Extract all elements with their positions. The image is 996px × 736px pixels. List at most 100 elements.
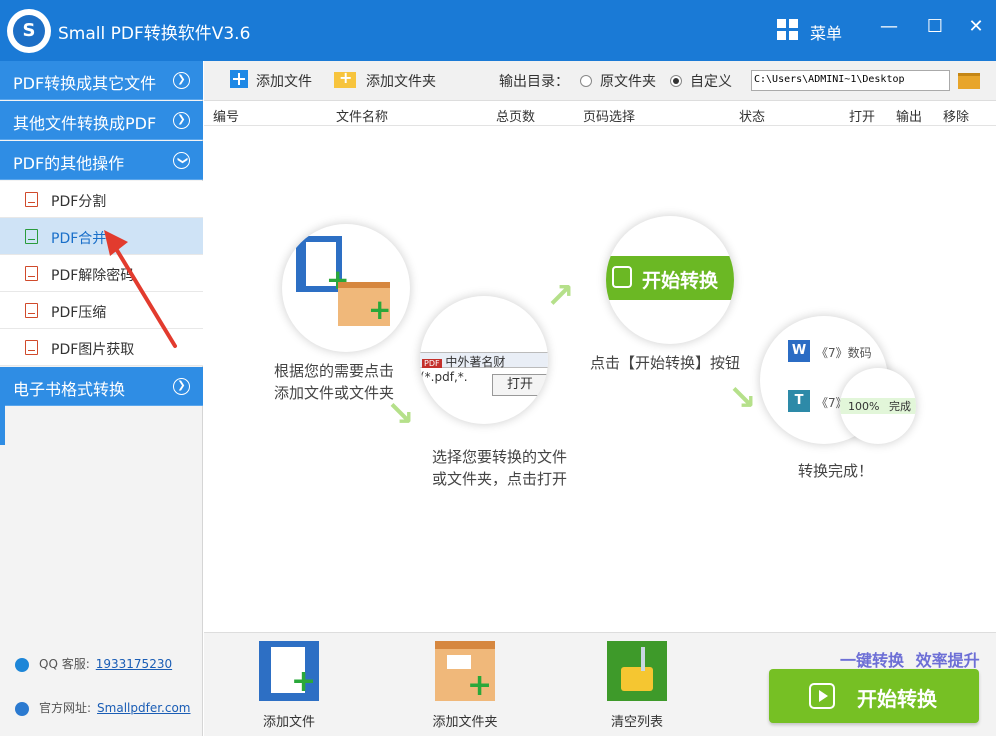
- radio-custom[interactable]: [670, 75, 682, 87]
- website-link[interactable]: Smallpdfer.com: [97, 701, 190, 715]
- menu-grid-icon[interactable]: [777, 19, 799, 41]
- sidebar-item-label: PDF压缩: [51, 305, 107, 321]
- red-annotation-arrow: [104, 230, 177, 348]
- word-icon: W: [788, 340, 810, 362]
- pdf-file-icon: [25, 229, 38, 244]
- mock-file-text: 中外著名财: [445, 355, 506, 369]
- slogan-part-2: 效率提升: [915, 651, 980, 670]
- step2-text: 选择您要转换的文件 或文件夹，点击打开: [432, 446, 567, 490]
- add-folder-icon: [334, 68, 356, 88]
- website-label: 官方网址:: [39, 701, 92, 715]
- sidebar-item-label: PDF合并: [51, 231, 107, 247]
- toolbar: 添加文件 添加文件夹 输出目录： 原文件夹 自定义 C:\Users\ADMIN…: [204, 61, 996, 101]
- col-number: 编号: [213, 110, 240, 125]
- app-title: Small PDF转换软件V3.6: [58, 24, 251, 44]
- slogan-part-1: 一键转换: [840, 651, 905, 670]
- sidebar-group-label: PDF的其他操作: [13, 154, 125, 173]
- sidebar-group-pdf-other-ops[interactable]: PDF的其他操作 ❯: [0, 141, 203, 180]
- text-file-icon: T: [788, 390, 810, 412]
- sidebar-group-other-to-pdf[interactable]: 其他文件转换成PDF ❯: [0, 101, 203, 140]
- col-output: 输出: [896, 110, 923, 125]
- start-convert-label: 开始转换: [857, 687, 937, 711]
- app-logo-icon: S: [7, 9, 51, 53]
- play-icon: [809, 683, 835, 709]
- sidebar-group-label: 其他文件转换成PDF: [13, 114, 157, 133]
- col-remove: 移除: [943, 110, 970, 125]
- green-arrow-icon: ↗: [546, 276, 575, 316]
- step1-illustration: + +: [282, 224, 410, 352]
- output-path-input[interactable]: C:\Users\ADMINI~1\Desktop: [751, 70, 950, 91]
- mock-start-button: 开始转换: [606, 256, 734, 300]
- broom-icon: [607, 641, 667, 701]
- guide-area: + + 根据您的需要点击 添加文件或文件夹 ↘ PDF 中外著名财(*.pdf,…: [204, 126, 996, 632]
- add-file-icon: +: [259, 641, 319, 701]
- bottom-clear-list-button[interactable]: 清空列表: [592, 641, 682, 730]
- add-file-button[interactable]: 添加文件: [256, 71, 312, 91]
- bottom-add-folder-label: 添加文件夹: [432, 715, 498, 730]
- sidebar-item-label: PDF分割: [51, 194, 107, 210]
- bottom-bar: + 添加文件 + 添加文件夹 清空列表 一键转换 效率提升 开始转换: [204, 632, 996, 736]
- sidebar-group-ebook-convert[interactable]: 电子书格式转换 ❯: [0, 367, 203, 406]
- pdf-file-icon: [25, 340, 38, 355]
- sidebar-accent-strip: [0, 405, 5, 445]
- mock-list-item-1: 《7》数码: [816, 346, 872, 360]
- radio-custom-label: 自定义: [690, 74, 732, 90]
- bottom-add-file-label: 添加文件: [262, 715, 315, 730]
- qq-contact: QQ 客服: 1933175230: [15, 655, 172, 672]
- website-contact: 官方网址: Smallpdfer.com: [15, 699, 191, 716]
- browser-icon: [15, 701, 29, 716]
- radio-original-folder-label: 原文件夹: [600, 74, 656, 90]
- col-open: 打开: [849, 110, 876, 125]
- add-folder-icon: +: [435, 641, 495, 701]
- menu-button[interactable]: 菜单: [810, 20, 842, 44]
- col-status: 状态: [739, 110, 766, 125]
- step3-text: 点击【开始转换】按钮: [590, 354, 741, 372]
- document-icon: +: [296, 236, 349, 294]
- sidebar: PDF转换成其它文件 ❯ 其他文件转换成PDF ❯ PDF的其他操作 ❯ PDF…: [0, 61, 203, 736]
- bottom-clear-list-label: 清空列表: [610, 715, 663, 730]
- col-page-select: 页码选择: [583, 110, 636, 125]
- bottom-add-folder-button[interactable]: + 添加文件夹: [420, 641, 510, 730]
- chevron-right-icon: ❯: [173, 72, 190, 89]
- pdf-file-icon: [25, 192, 38, 207]
- maximize-button[interactable]: ☐: [923, 15, 947, 39]
- bottom-add-file-button[interactable]: + 添加文件: [244, 641, 334, 730]
- step1-line1: 根据您的需要点击: [274, 362, 395, 380]
- mock-done: 完成: [888, 400, 911, 413]
- chevron-right-icon: ❯: [173, 112, 190, 129]
- green-arrow-icon: ↘: [728, 378, 757, 418]
- output-dir-label: 输出目录：: [499, 74, 569, 90]
- chevron-down-icon: ❯: [173, 152, 190, 169]
- step4-text: 转换完成！: [798, 462, 874, 480]
- play-icon: [612, 266, 632, 288]
- sidebar-group-pdf-to-other[interactable]: PDF转换成其它文件 ❯: [0, 61, 203, 100]
- step2-line2: 或文件夹，点击打开: [432, 470, 568, 488]
- minimize-button[interactable]: —: [877, 15, 901, 39]
- title-bar: S Small PDF转换软件V3.6 菜单 — ☐ ✕: [0, 0, 996, 61]
- mock-start-label: 开始转换: [642, 270, 719, 292]
- chevron-right-icon: ❯: [173, 378, 190, 395]
- pdf-file-icon: [25, 303, 38, 318]
- sidebar-group-label: 电子书格式转换: [13, 380, 126, 399]
- step2-illustration: PDF 中外著名财(*.pdf,*. 打开: [420, 296, 548, 424]
- pdf-tag: PDF: [422, 359, 442, 368]
- add-folder-button[interactable]: 添加文件夹: [366, 71, 436, 91]
- step1-text: 根据您的需要点击 添加文件或文件夹: [274, 360, 394, 404]
- mock-progress: 100%: [848, 400, 880, 413]
- qq-link[interactable]: 1933175230: [96, 657, 172, 671]
- radio-original-folder[interactable]: [580, 75, 592, 87]
- progress-bubble: 100% 完成: [840, 368, 916, 444]
- file-table-header: 编号 文件名称 总页数 页码选择 状态 打开 输出 移除: [204, 102, 996, 126]
- add-file-icon: [230, 70, 248, 88]
- step2-line1: 选择您要转换的文件: [432, 448, 568, 466]
- start-convert-button[interactable]: 开始转换: [769, 669, 979, 723]
- qq-icon: [15, 657, 29, 672]
- logo-letter: S: [13, 15, 45, 47]
- col-filename: 文件名称: [336, 110, 389, 125]
- step1-line2: 添加文件或文件夹: [274, 384, 395, 402]
- close-button[interactable]: ✕: [964, 15, 988, 39]
- sidebar-item-pdf-split[interactable]: PDF分割: [0, 181, 203, 218]
- slogan: 一键转换 效率提升: [840, 647, 980, 671]
- mock-ext-text: (*.pdf,*.: [420, 370, 468, 384]
- browse-folder-icon[interactable]: [958, 73, 980, 89]
